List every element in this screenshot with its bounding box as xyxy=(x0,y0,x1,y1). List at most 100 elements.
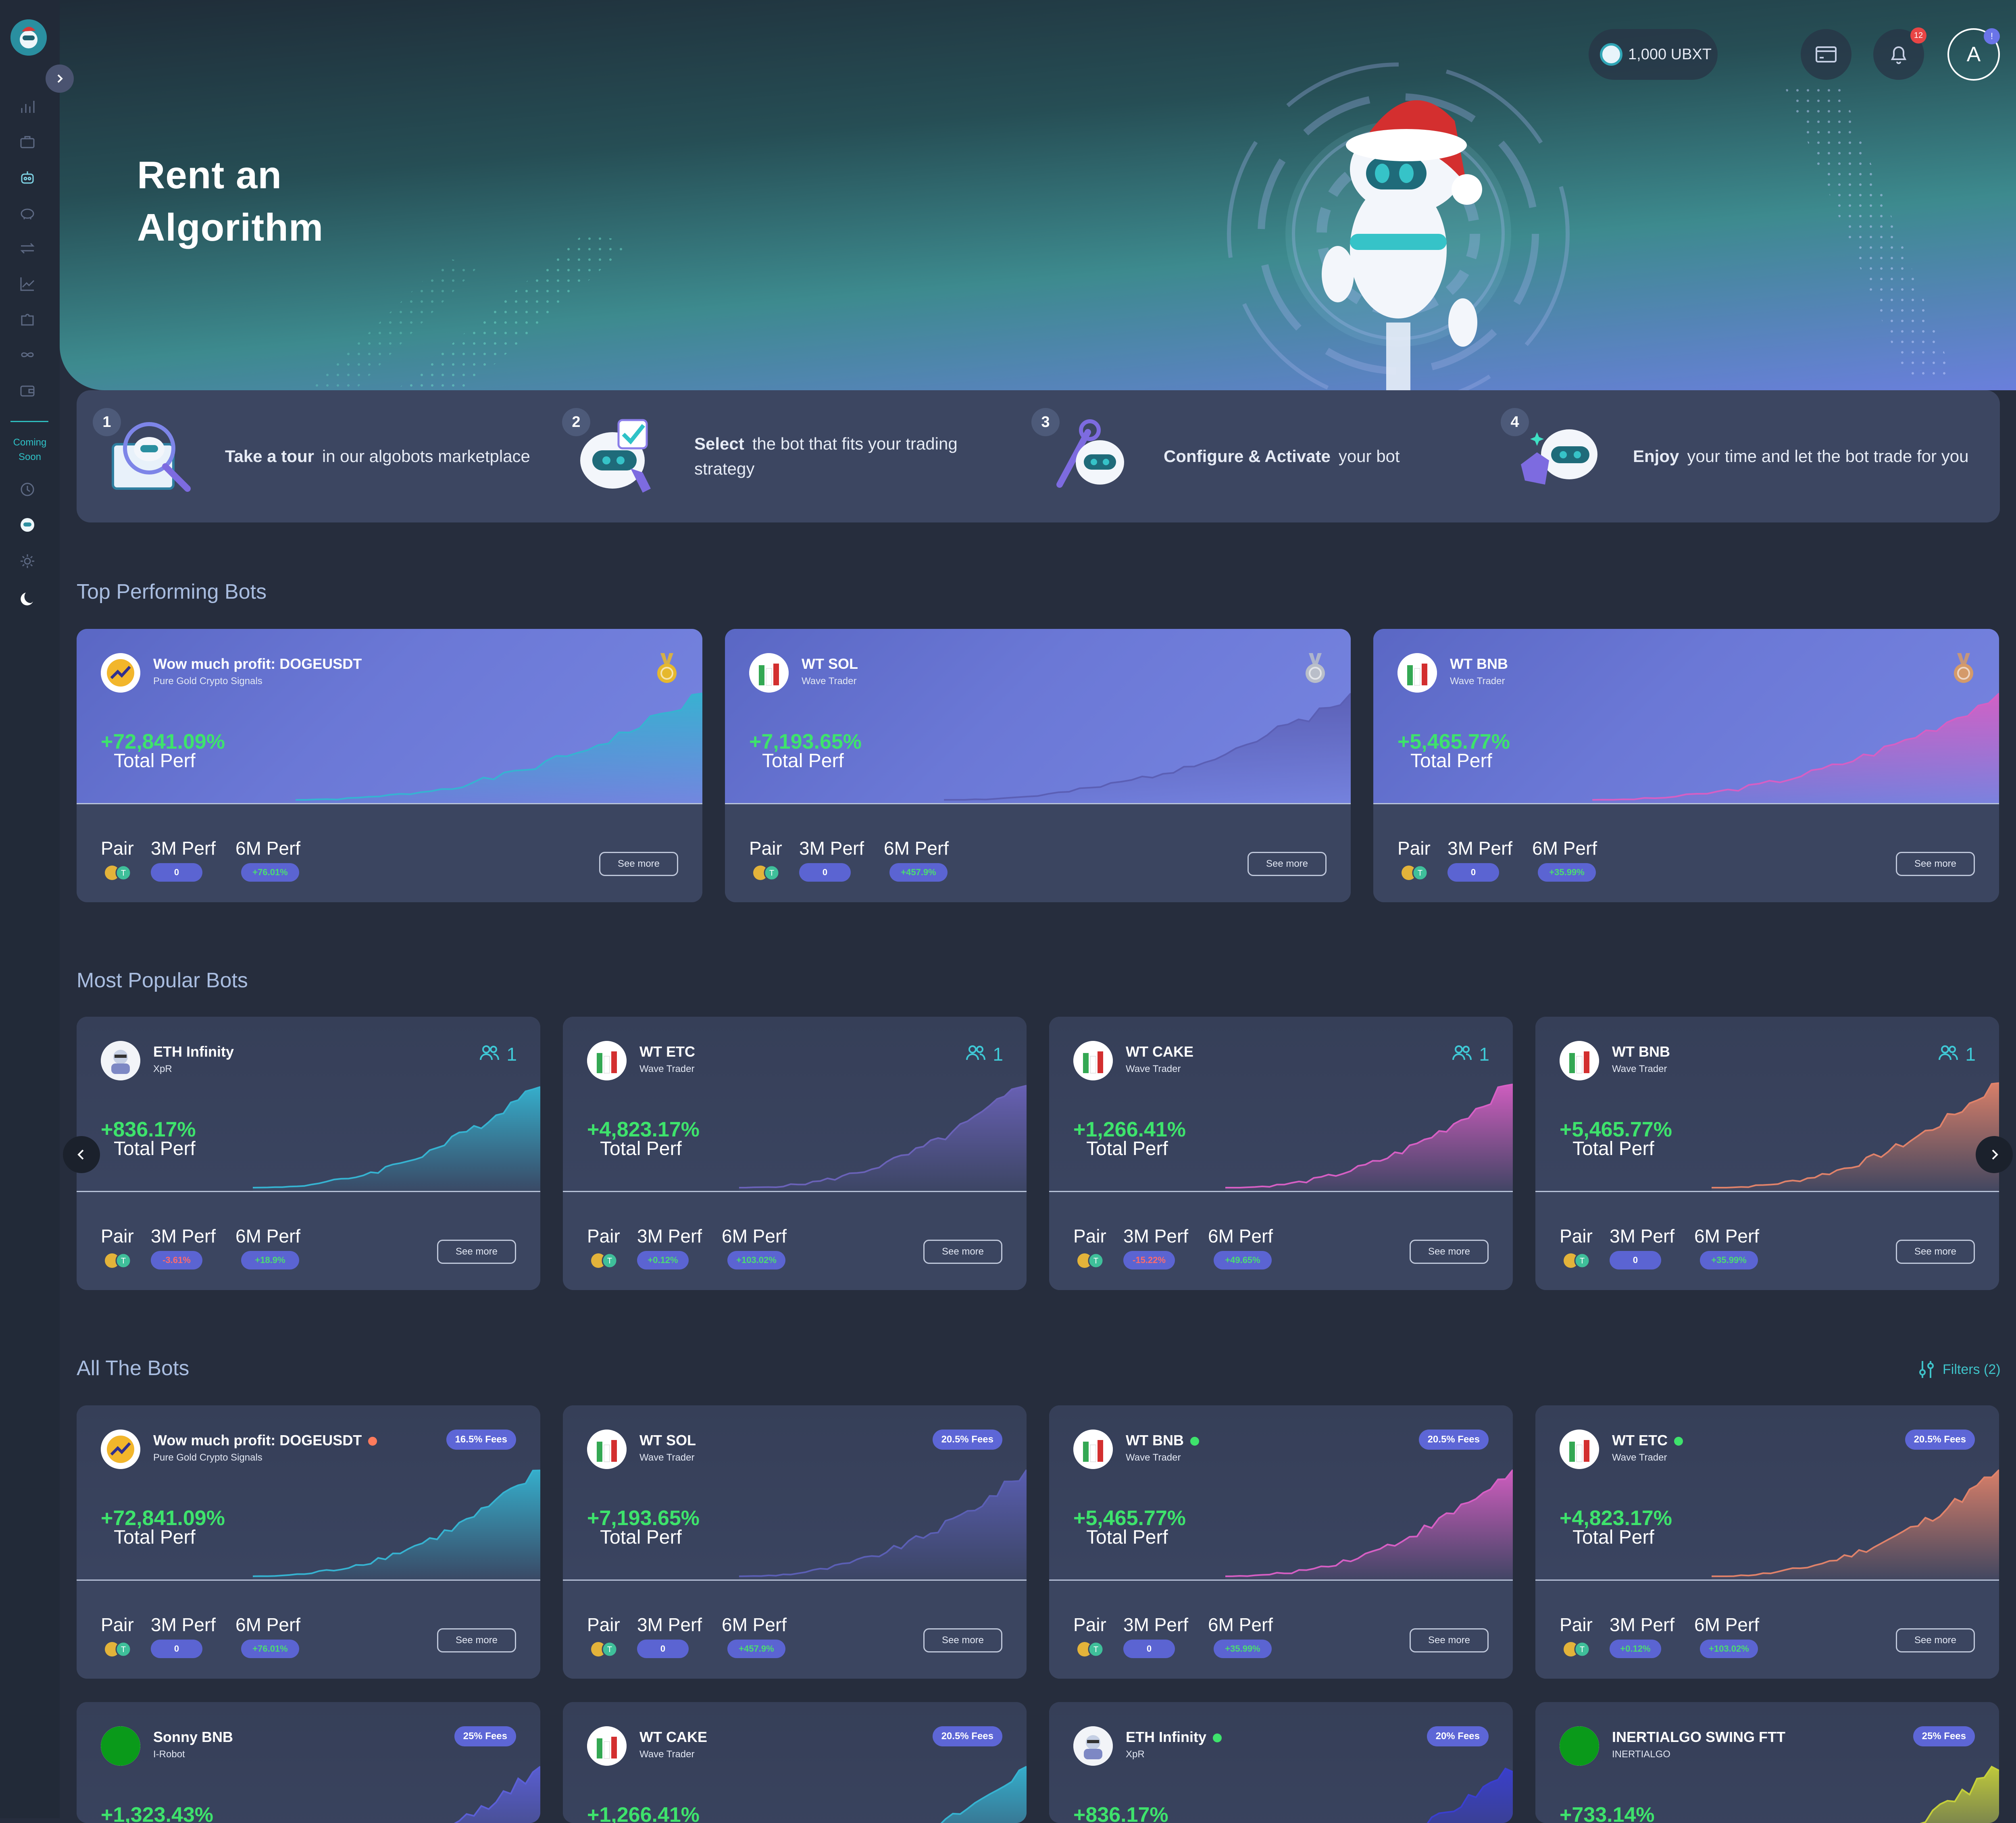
users-icon xyxy=(966,1043,986,1065)
perf-6m-value: +18.9% xyxy=(241,1251,299,1269)
bot-card[interactable]: WT ETC Wave Trader +4,823.17% Total Perf 20.… xyxy=(1535,1405,1999,1679)
bot-card[interactable]: INERTIALGO SWING FTTINERTIALGO+733.14%To… xyxy=(1535,1702,1999,1823)
svg-text:T: T xyxy=(121,869,126,878)
bot-card[interactable]: Wow much profit: DOGEUSDT Pure Gold Crypt… xyxy=(77,629,702,902)
see-more-button[interactable]: See more xyxy=(1896,1628,1975,1652)
bronze-medal-icon xyxy=(1952,653,1975,685)
bot-logo-icon xyxy=(587,1430,627,1469)
bot-card[interactable]: WT CAKEWave Trader+1,266.41%Total Perf20… xyxy=(563,1702,1027,1823)
card-header: WT SOL Wave Trader +7,193.65% Total Perf xyxy=(725,629,1351,803)
filters-button[interactable]: Filters (2) xyxy=(1918,1359,2001,1380)
step-text: Enjoy your time and let the bot trade for… xyxy=(1633,390,1984,522)
wallet-icon[interactable] xyxy=(19,381,36,399)
bot-card[interactable]: WT CAKE Wave Trader +1,266.41% Total Perf 1 P… xyxy=(1049,1017,1513,1290)
see-more-button[interactable]: See more xyxy=(599,852,678,876)
bar-chart-icon[interactable] xyxy=(19,98,36,115)
svg-text:T: T xyxy=(1093,1257,1098,1265)
bot-icon[interactable] xyxy=(19,169,36,186)
perf-6m-label: 6M Perf xyxy=(1694,1226,1760,1247)
see-more-button[interactable]: See more xyxy=(1248,852,1327,876)
bot-card[interactable]: Wow much profit: DOGEUSDT Pure Gold Crypt… xyxy=(77,1405,540,1679)
payment-card-button[interactable] xyxy=(1801,29,1851,80)
user-avatar[interactable]: A ! xyxy=(1947,28,2000,81)
users-count: 1 xyxy=(993,1044,1003,1065)
bot-logo-icon xyxy=(1560,1041,1599,1080)
pair-label: Pair xyxy=(1073,1614,1106,1635)
perf-6m-value: +103.02% xyxy=(727,1251,785,1269)
carousel-prev-button[interactable] xyxy=(63,1136,100,1173)
bot-name-text: Wow much profit: DOGEUSDT xyxy=(153,656,362,672)
perf-3m-label: 3M Perf xyxy=(151,1614,216,1635)
see-more-button[interactable]: See more xyxy=(1896,1240,1975,1264)
balance-button[interactable]: 1,000 UBXT xyxy=(1589,29,1718,80)
infinity-icon[interactable] xyxy=(19,346,36,364)
pair-coins-icon: T xyxy=(1563,1641,1592,1657)
pair-coins-icon: T xyxy=(1563,1253,1592,1269)
line-chart-icon[interactable] xyxy=(19,275,36,293)
piggy-bank-icon[interactable] xyxy=(19,204,36,222)
card-header: WT ETC Wave Trader +4,823.17% Total Perf 20.… xyxy=(1535,1405,1999,1580)
bot-provider: Wave Trader xyxy=(1450,676,1505,687)
bot-card[interactable]: WT SOL Wave Trader +7,193.65% Total Perf 20.… xyxy=(563,1405,1027,1679)
notifications-button[interactable]: 12 xyxy=(1873,27,1926,80)
bot-card[interactable]: WT ETC Wave Trader +4,823.17% Total Perf 1 Pa… xyxy=(563,1017,1027,1290)
app-logo[interactable] xyxy=(10,19,47,56)
perf-3m-value: +0.12% xyxy=(1610,1640,1661,1658)
pair-label: Pair xyxy=(1073,1226,1106,1247)
see-more-button[interactable]: See more xyxy=(437,1240,516,1264)
card-footer: Pair 3M Perf 6M Perf T +0.12% +103.02% See mor… xyxy=(563,1191,1027,1290)
sidebar-toggle-button[interactable] xyxy=(46,65,74,93)
bot-name: WT CAKE xyxy=(1126,1043,1193,1060)
total-perf-label: Total Perf xyxy=(1086,1527,1168,1548)
perf-3m-label: 3M Perf xyxy=(1610,1614,1675,1635)
clock-icon[interactable] xyxy=(19,481,36,498)
bot-card[interactable]: ETH Infinity XpR +836.17% Total Perf 1 Pair 3M… xyxy=(77,1017,540,1290)
bot-card[interactable]: ETH InfinityXpR+836.17%Total Perf20% Fee… xyxy=(1049,1702,1513,1823)
perf-6m-label: 6M Perf xyxy=(1532,838,1597,859)
users-icon xyxy=(1939,1043,1958,1065)
bot-card[interactable]: WT BNB Wave Trader +5,465.77% Total Perf 20.… xyxy=(1049,1405,1513,1679)
perf-3m-value: 0 xyxy=(799,863,851,882)
chart-area xyxy=(944,693,1351,803)
avatar-letter: A xyxy=(1966,43,1981,66)
bot-card[interactable]: WT SOL Wave Trader +7,193.65% Total Perf Pai… xyxy=(725,629,1351,902)
card-header: INERTIALGO SWING FTTINERTIALGO+733.14%To… xyxy=(1535,1702,1999,1823)
carousel-next-button[interactable] xyxy=(1976,1136,2013,1173)
transfer-icon[interactable] xyxy=(19,239,36,257)
sun-icon[interactable] xyxy=(19,552,36,570)
perf-6m-label: 6M Perf xyxy=(1208,1614,1273,1635)
robot-icon[interactable] xyxy=(19,516,36,534)
pair-coins-icon: T xyxy=(104,1253,133,1269)
bot-name: WT CAKE xyxy=(639,1729,707,1746)
pair-label: Pair xyxy=(101,838,134,859)
see-more-button[interactable]: See more xyxy=(1410,1240,1489,1264)
see-more-button[interactable]: See more xyxy=(923,1240,1002,1264)
bot-card[interactable]: Sonny BNBI-Robot+1,323.43%Total Perf25% … xyxy=(77,1702,540,1823)
section-title-all: All The Bots xyxy=(77,1357,190,1380)
bot-provider: Wave Trader xyxy=(1126,1063,1181,1074)
svg-text:T: T xyxy=(121,1645,126,1654)
pair-label: Pair xyxy=(1560,1614,1593,1635)
bot-logo-icon xyxy=(587,1041,627,1080)
see-more-button[interactable]: See more xyxy=(437,1628,516,1652)
bot-card[interactable]: WT BNB Wave Trader +5,465.77% Total Perf Pai… xyxy=(1373,629,1999,902)
perf-6m-label: 6M Perf xyxy=(1208,1226,1273,1247)
see-more-button[interactable]: See more xyxy=(1896,852,1975,876)
bot-card[interactable]: WT BNB Wave Trader +5,465.77% Total Perf 1 Pa… xyxy=(1535,1017,1999,1290)
step-text: Take a tour in our algobots marketplace xyxy=(225,390,548,522)
see-more-button[interactable]: See more xyxy=(1410,1628,1489,1652)
see-more-button[interactable]: See more xyxy=(923,1628,1002,1652)
bot-name-text: ETH Infinity xyxy=(153,1043,234,1060)
perf-3m-value: -3.61% xyxy=(151,1251,202,1269)
puzzle-icon[interactable] xyxy=(19,310,36,328)
perf-3m-value: 0 xyxy=(1610,1251,1661,1269)
performance-chart xyxy=(1592,693,1999,803)
card-header: WT ETC Wave Trader +4,823.17% Total Perf 1 xyxy=(563,1017,1027,1191)
briefcase-icon[interactable] xyxy=(19,133,36,151)
moon-icon[interactable] xyxy=(19,589,36,607)
chart-area xyxy=(253,1470,540,1580)
bot-name-text: Wow much profit: DOGEUSDT xyxy=(153,1432,362,1448)
bot-name: ETH Infinity xyxy=(153,1043,234,1060)
bot-logo-icon xyxy=(101,653,140,693)
pair-label: Pair xyxy=(1397,838,1431,859)
